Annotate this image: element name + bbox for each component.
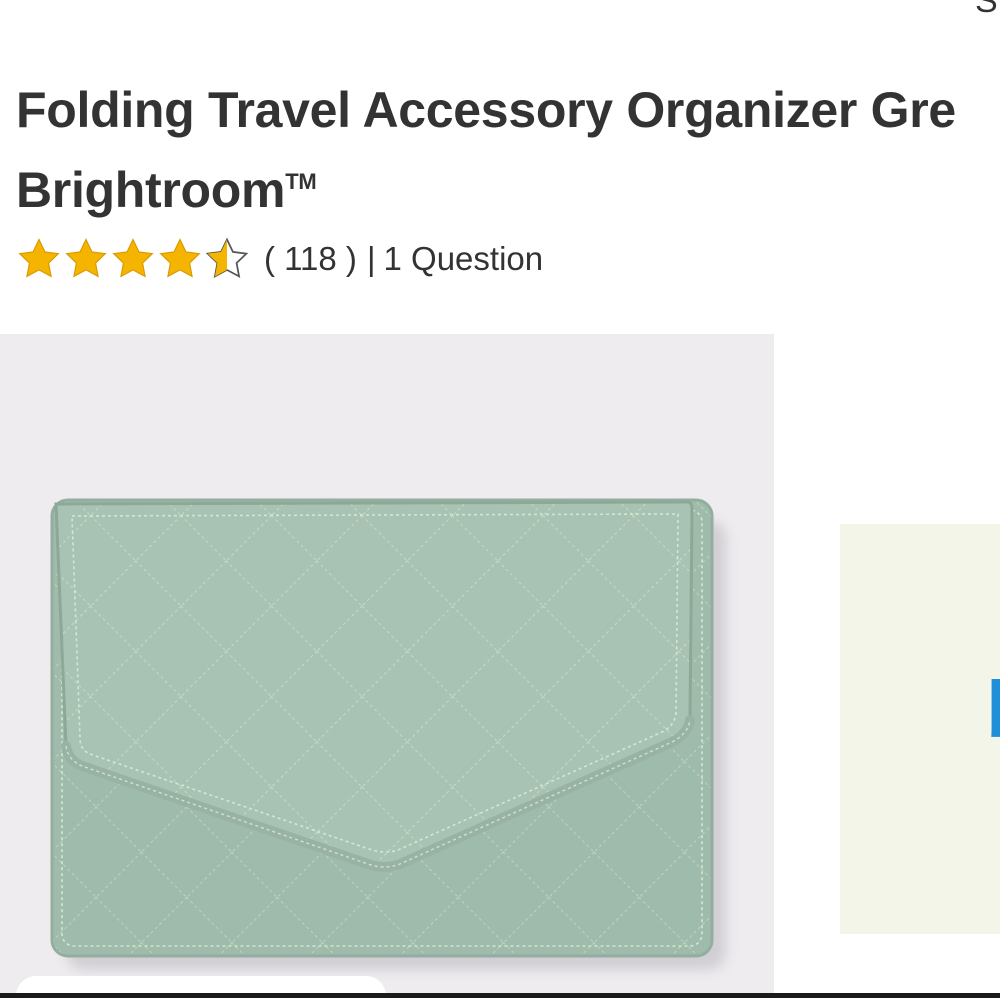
product-next-image[interactable]: b xyxy=(840,524,1000,934)
product-main-image[interactable] xyxy=(0,334,774,998)
questions-link[interactable]: 1 Question xyxy=(384,240,544,278)
brand-name: Brightroom xyxy=(16,162,286,218)
rating-row: ( 118 ) | 1 Question xyxy=(16,236,543,282)
product-page: S Folding Travel Accessory Organizer Gre… xyxy=(0,0,1000,998)
star-full-icon xyxy=(112,238,154,278)
quilted-organizer-illustration xyxy=(0,334,774,998)
star-full-icon xyxy=(65,238,107,278)
star-half-icon xyxy=(205,237,249,279)
product-title-line-1: Folding Travel Accessory Organizer Gre xyxy=(16,82,956,138)
rating-separator: | xyxy=(366,240,376,277)
trademark-symbol: TM xyxy=(285,169,317,194)
product-title-line-2: BrightroomTM xyxy=(16,146,1000,226)
star-full-icon xyxy=(159,238,201,278)
review-count-link[interactable]: ( 118 ) xyxy=(264,240,357,278)
header-cut-text: S xyxy=(975,0,998,20)
bottom-divider xyxy=(0,993,1000,998)
next-image-glyph: b xyxy=(986,664,1000,756)
star-full-icon xyxy=(18,238,60,278)
star-rating[interactable] xyxy=(16,236,250,282)
product-title: Folding Travel Accessory Organizer Gre B… xyxy=(16,74,1000,226)
